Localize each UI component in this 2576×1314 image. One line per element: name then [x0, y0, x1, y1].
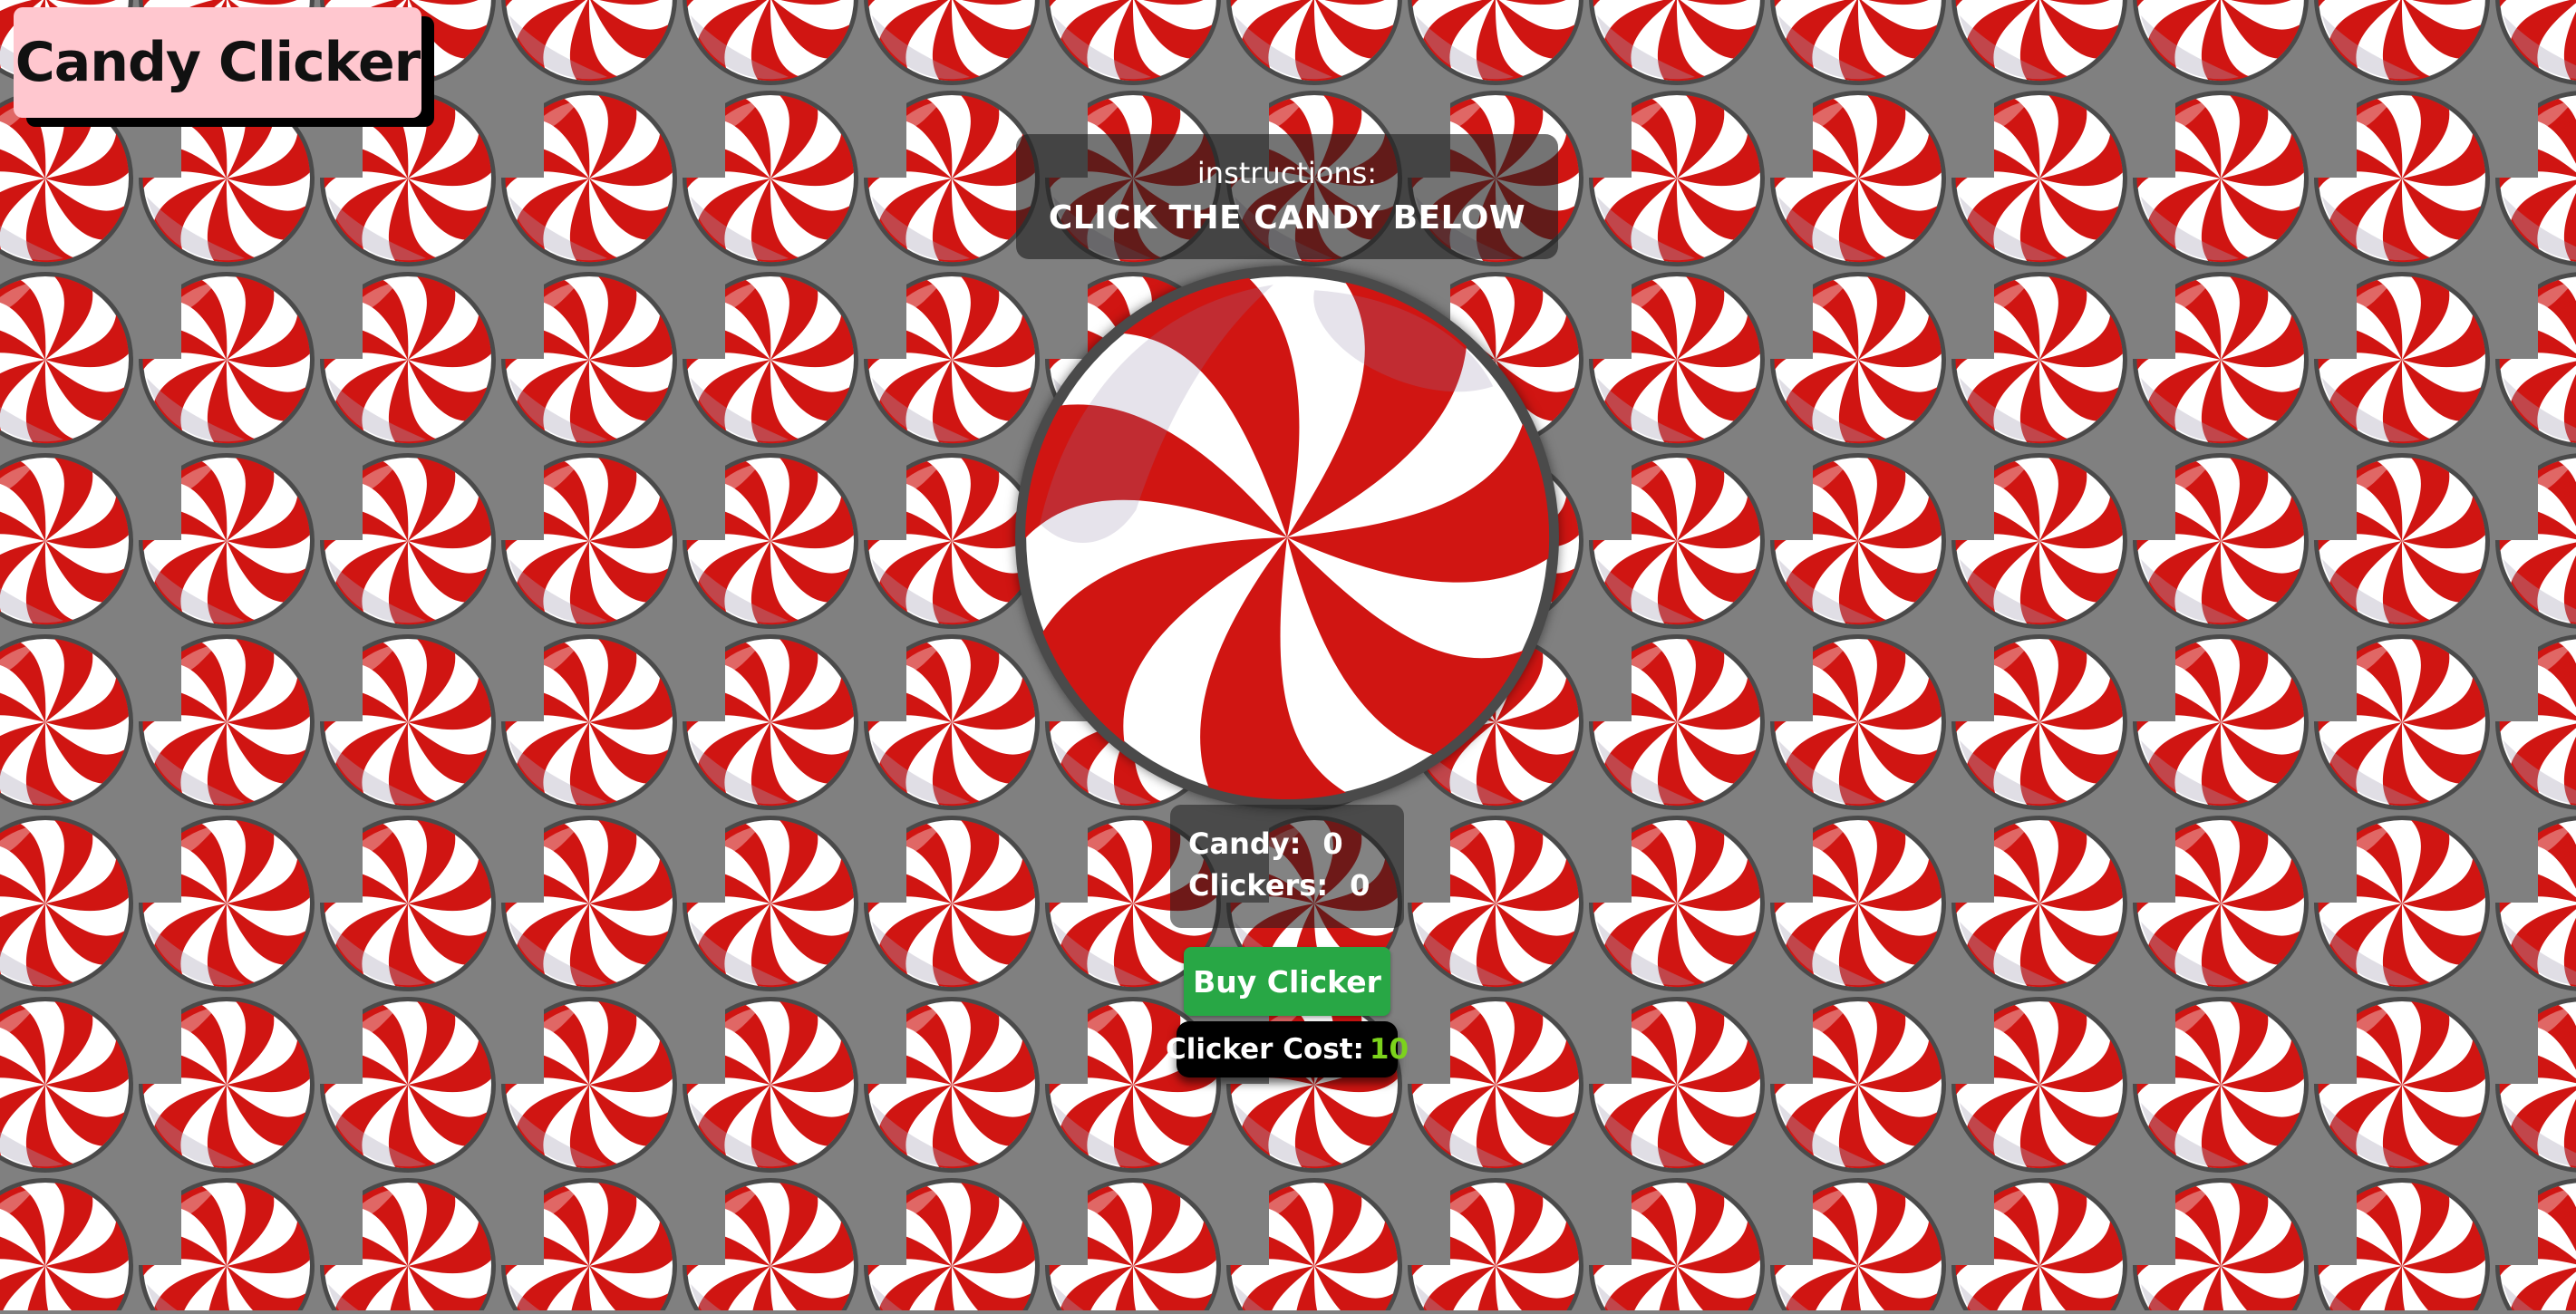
- clicker-cost-badge: Clicker Cost: 10: [1166, 1021, 1409, 1077]
- candy-label: Candy:: [1188, 826, 1302, 861]
- game-title: Candy Clicker: [15, 31, 421, 94]
- candy-count: 0: [1322, 826, 1343, 861]
- clickers-stat: Clickers: 0: [1188, 868, 1370, 903]
- clickers-label: Clickers:: [1188, 868, 1329, 903]
- title-banner: Candy Clicker: [14, 7, 421, 118]
- clicker-cost-label: Clicker Cost:: [1165, 1033, 1364, 1066]
- stats-panel: Candy: 0 Clickers: 0: [1170, 805, 1404, 928]
- instructions-panel: instructions: CLICK THE CANDY BELOW: [1016, 134, 1558, 259]
- buy-clicker-button[interactable]: Buy Clicker: [1184, 947, 1390, 1016]
- candy-stat: Candy: 0: [1188, 826, 1343, 861]
- clickers-count: 0: [1350, 868, 1370, 903]
- peppermint-candy-icon[interactable]: [1012, 263, 1562, 812]
- instructions-text: CLICK THE CANDY BELOW: [1048, 199, 1526, 237]
- clicker-cost-value: 10: [1369, 1033, 1409, 1066]
- instructions-label: instructions:: [1196, 156, 1378, 190]
